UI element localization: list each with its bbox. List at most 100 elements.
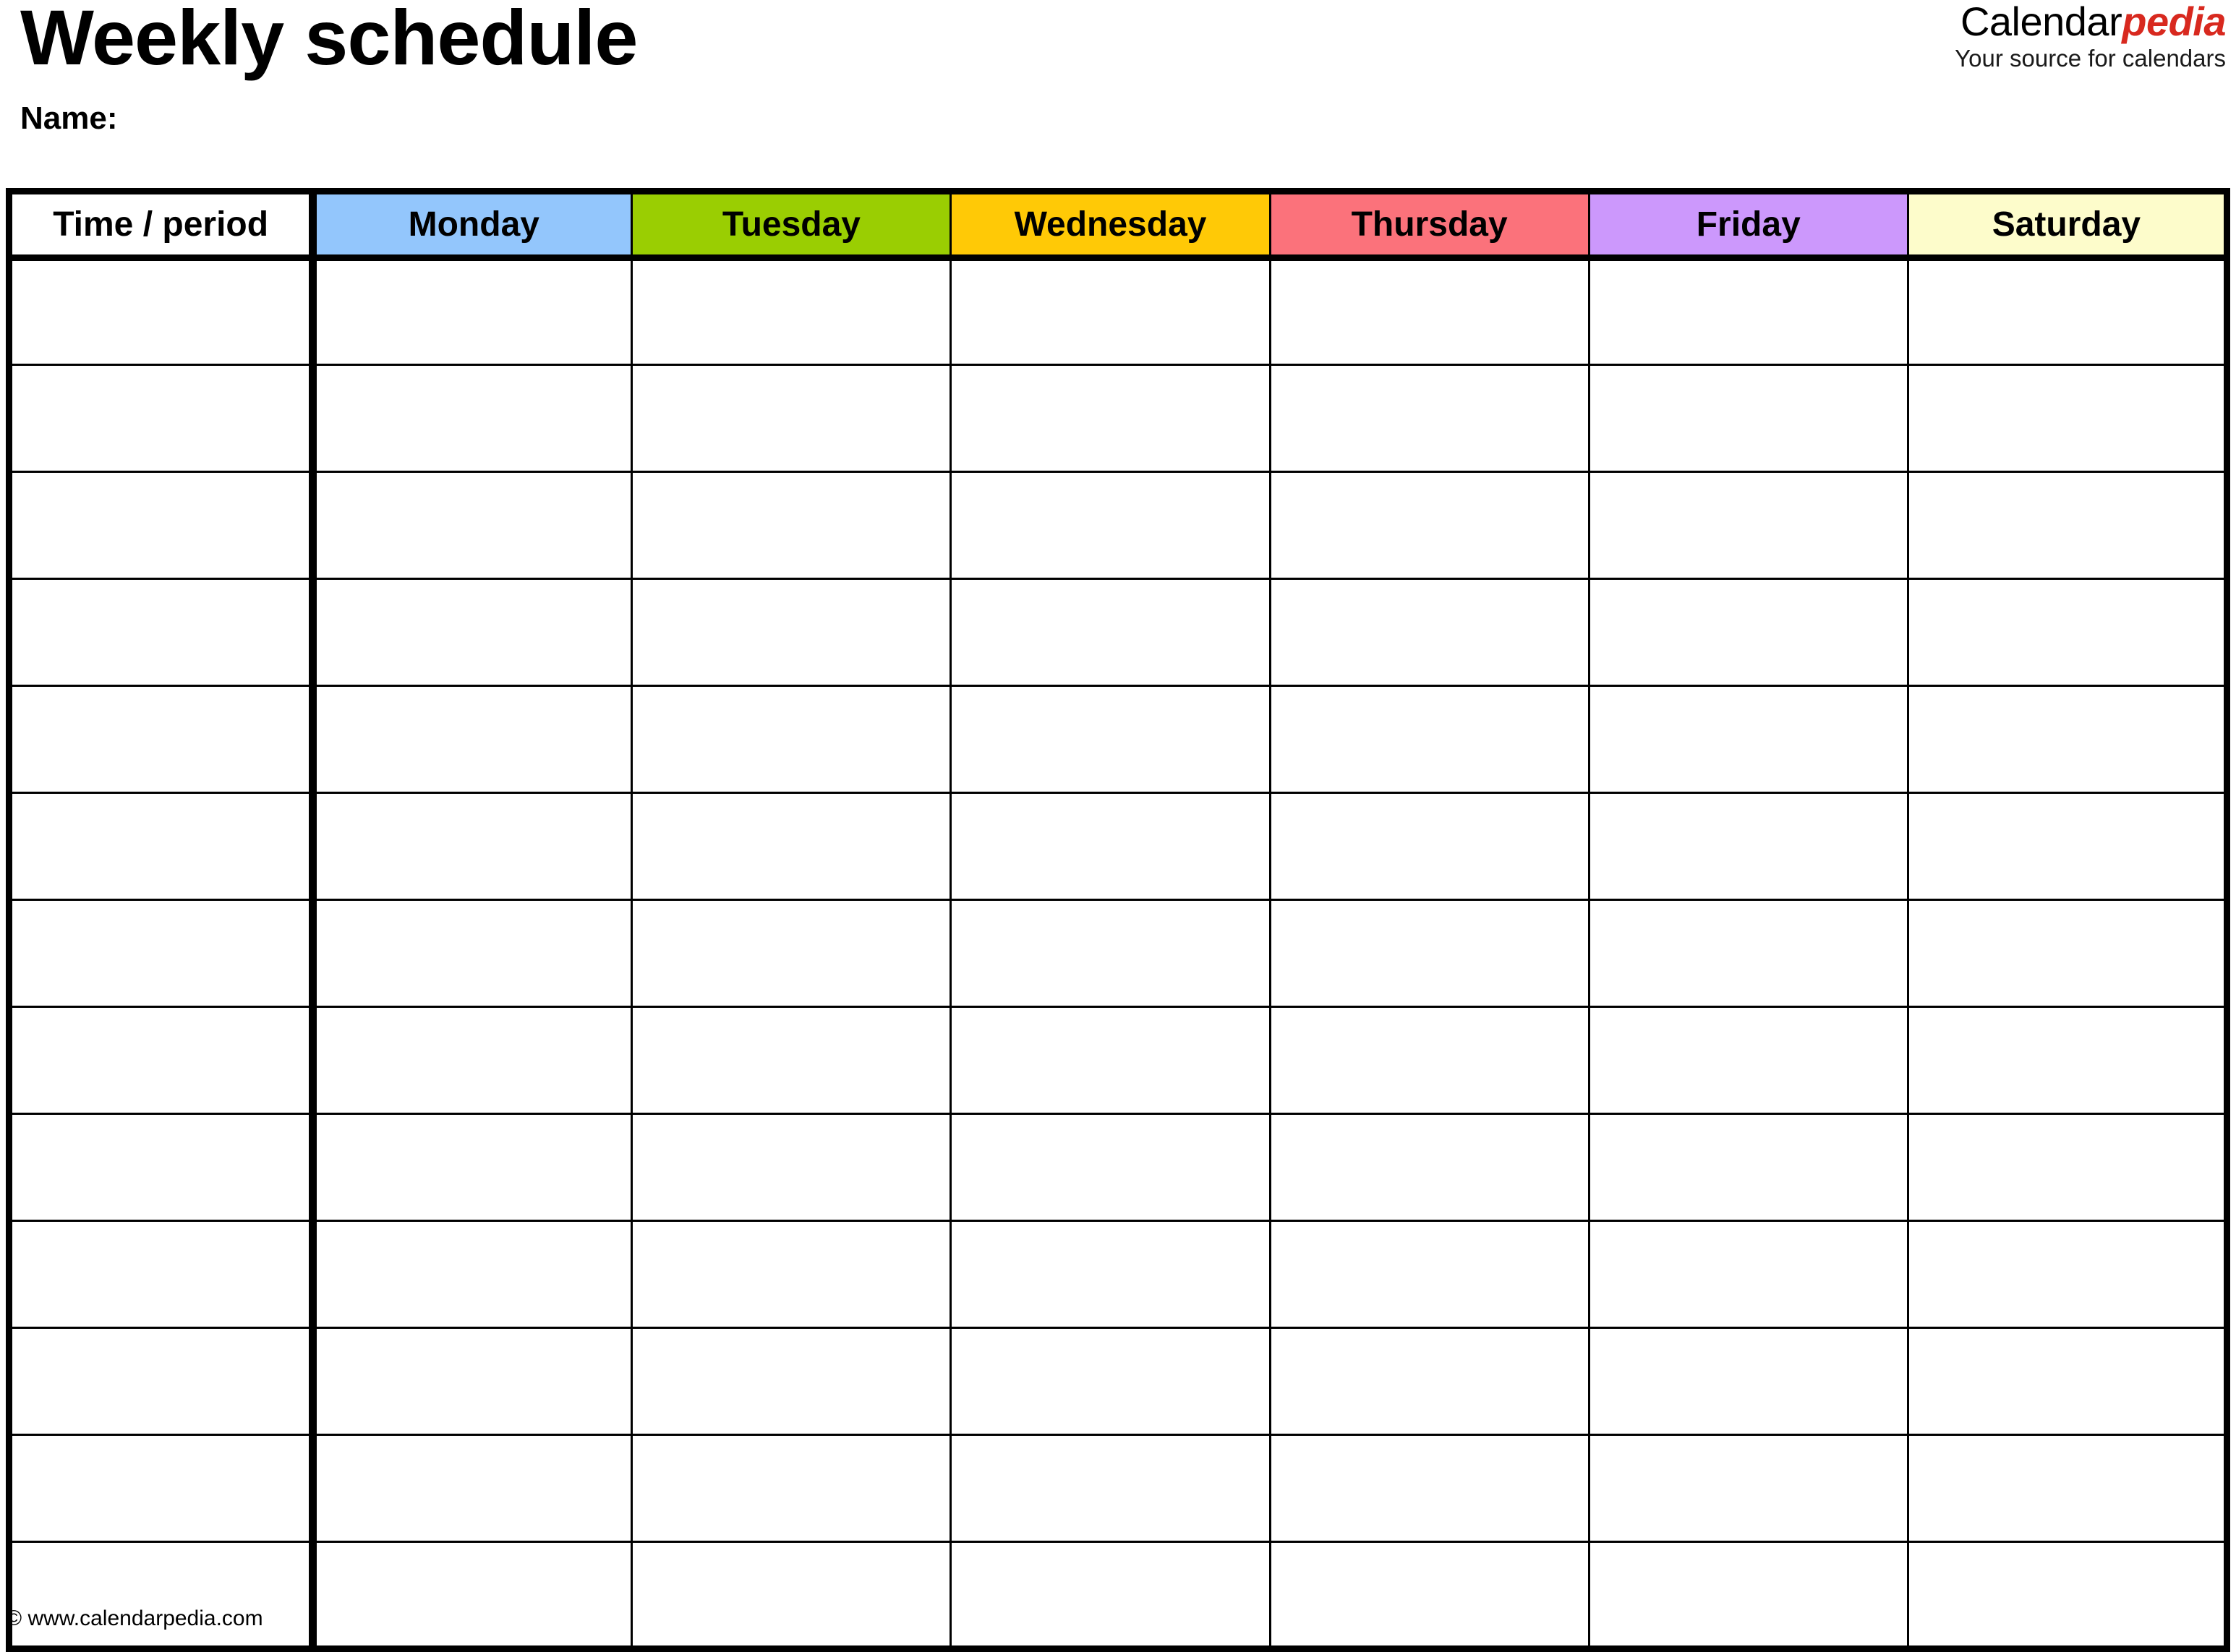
table-row [7,1006,2229,1115]
cell-monday-row-9[interactable] [312,1113,633,1222]
cell-thursday-row-7[interactable] [1268,899,1590,1008]
cell-thursday-row-6[interactable] [1268,792,1590,901]
cell-wednesday-row-9[interactable] [950,1113,1271,1222]
cell-time-row-2[interactable] [7,364,317,473]
cell-time-row-7[interactable] [7,899,317,1008]
cell-friday-row-9[interactable] [1587,1113,1909,1222]
cell-saturday-row-10[interactable] [1906,1220,2229,1329]
cell-tuesday-row-4[interactable] [631,578,952,687]
cell-tuesday-row-8[interactable] [631,1006,952,1115]
cell-thursday-row-8[interactable] [1268,1006,1590,1115]
cell-friday-row-2[interactable] [1587,364,1909,473]
cell-wednesday-row-7[interactable] [950,899,1271,1008]
cell-tuesday-row-10[interactable] [631,1220,952,1329]
cell-thursday-row-9[interactable] [1268,1113,1590,1222]
cell-tuesday-row-12[interactable] [631,1434,952,1543]
cell-thursday-row-2[interactable] [1268,364,1590,473]
cell-monday-row-1[interactable] [312,257,633,366]
cell-wednesday-row-2[interactable] [950,364,1271,473]
cell-monday-row-4[interactable] [312,578,633,687]
cell-saturday-row-2[interactable] [1906,364,2229,473]
cell-monday-row-13[interactable] [312,1541,633,1650]
cell-saturday-row-11[interactable] [1906,1327,2229,1436]
cell-friday-row-3[interactable] [1587,471,1909,580]
cell-monday-row-7[interactable] [312,899,633,1008]
cell-monday-row-6[interactable] [312,792,633,901]
cell-thursday-row-10[interactable] [1268,1220,1590,1329]
cell-monday-row-8[interactable] [312,1006,633,1115]
column-header-tuesday: Tuesday [631,190,952,261]
cell-tuesday-row-5[interactable] [631,685,952,794]
cell-monday-row-2[interactable] [312,364,633,473]
cell-saturday-row-9[interactable] [1906,1113,2229,1222]
cell-tuesday-row-6[interactable] [631,792,952,901]
cell-friday-row-11[interactable] [1587,1327,1909,1436]
cell-thursday-row-12[interactable] [1268,1434,1590,1543]
cell-tuesday-row-11[interactable] [631,1327,952,1436]
cell-saturday-row-4[interactable] [1906,578,2229,687]
cell-tuesday-row-3[interactable] [631,471,952,580]
cell-time-row-8[interactable] [7,1006,317,1115]
cell-saturday-row-12[interactable] [1906,1434,2229,1543]
brand-tagline: Your source for calendars [1955,45,2226,72]
cell-wednesday-row-11[interactable] [950,1327,1271,1436]
cell-wednesday-row-1[interactable] [950,257,1271,366]
column-header-saturday: Saturday [1906,190,2229,261]
cell-saturday-row-5[interactable] [1906,685,2229,794]
cell-saturday-row-8[interactable] [1906,1006,2229,1115]
cell-friday-row-8[interactable] [1587,1006,1909,1115]
weekly-schedule-table: Time / period Monday Tuesday Wednesday Thurs… [6,188,2230,1652]
cell-thursday-row-13[interactable] [1268,1541,1590,1650]
cell-tuesday-row-1[interactable] [631,257,952,366]
cell-thursday-row-5[interactable] [1268,685,1590,794]
cell-wednesday-row-13[interactable] [950,1541,1271,1650]
cell-time-row-1[interactable] [7,257,317,366]
column-header-friday: Friday [1587,190,1909,261]
cell-friday-row-5[interactable] [1587,685,1909,794]
cell-time-row-9[interactable] [7,1113,317,1222]
cell-monday-row-5[interactable] [312,685,633,794]
cell-wednesday-row-3[interactable] [950,471,1271,580]
cell-thursday-row-11[interactable] [1268,1327,1590,1436]
cell-thursday-row-1[interactable] [1268,257,1590,366]
cell-saturday-row-7[interactable] [1906,899,2229,1008]
cell-time-row-4[interactable] [7,578,317,687]
table-row [7,1113,2229,1222]
cell-friday-row-7[interactable] [1587,899,1909,1008]
cell-wednesday-row-5[interactable] [950,685,1271,794]
cell-friday-row-12[interactable] [1587,1434,1909,1543]
cell-time-row-10[interactable] [7,1220,317,1329]
cell-saturday-row-6[interactable] [1906,792,2229,901]
cell-time-row-6[interactable] [7,792,317,901]
cell-friday-row-6[interactable] [1587,792,1909,901]
cell-saturday-row-13[interactable] [1906,1541,2229,1650]
cell-saturday-row-3[interactable] [1906,471,2229,580]
cell-time-row-13[interactable] [7,1541,317,1650]
cell-monday-row-11[interactable] [312,1327,633,1436]
cell-friday-row-13[interactable] [1587,1541,1909,1650]
cell-tuesday-row-7[interactable] [631,899,952,1008]
cell-time-row-12[interactable] [7,1434,317,1543]
cell-tuesday-row-2[interactable] [631,364,952,473]
cell-friday-row-1[interactable] [1587,257,1909,366]
cell-wednesday-row-12[interactable] [950,1434,1271,1543]
cell-time-row-11[interactable] [7,1327,317,1436]
cell-friday-row-10[interactable] [1587,1220,1909,1329]
table-row [7,364,2229,473]
cell-tuesday-row-13[interactable] [631,1541,952,1650]
table-row [7,899,2229,1008]
cell-thursday-row-4[interactable] [1268,578,1590,687]
cell-saturday-row-1[interactable] [1906,257,2229,366]
cell-friday-row-4[interactable] [1587,578,1909,687]
cell-time-row-5[interactable] [7,685,317,794]
cell-monday-row-10[interactable] [312,1220,633,1329]
cell-wednesday-row-8[interactable] [950,1006,1271,1115]
cell-wednesday-row-6[interactable] [950,792,1271,901]
cell-thursday-row-3[interactable] [1268,471,1590,580]
cell-tuesday-row-9[interactable] [631,1113,952,1222]
cell-wednesday-row-10[interactable] [950,1220,1271,1329]
cell-time-row-3[interactable] [7,471,317,580]
cell-monday-row-3[interactable] [312,471,633,580]
cell-monday-row-12[interactable] [312,1434,633,1543]
cell-wednesday-row-4[interactable] [950,578,1271,687]
